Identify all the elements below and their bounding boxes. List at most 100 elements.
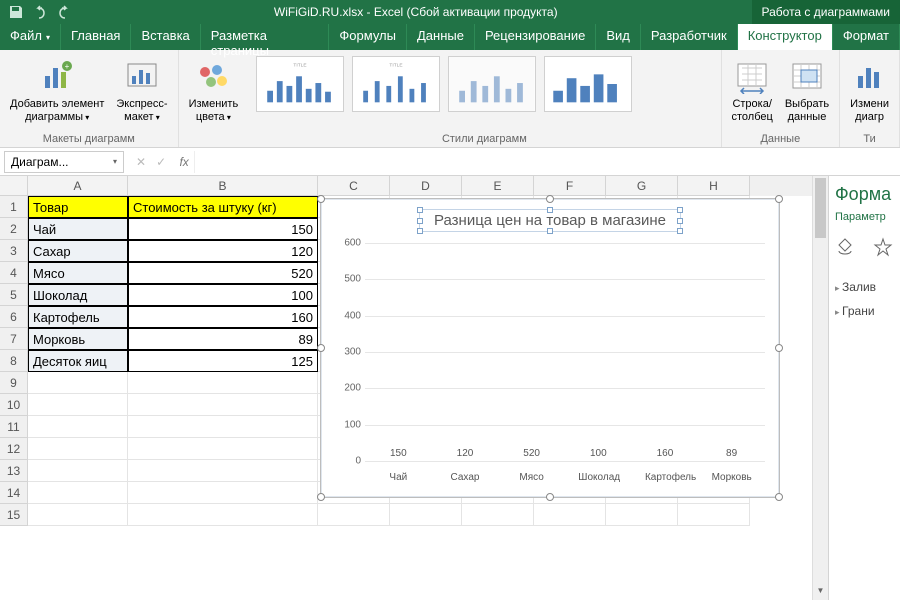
tab-data[interactable]: Данные (407, 24, 475, 50)
rowhdr-11[interactable]: 11 (0, 416, 28, 438)
cell[interactable]: Морковь (28, 328, 128, 350)
resize-handle[interactable] (546, 493, 554, 501)
rowhdr-1[interactable]: 1 (0, 196, 28, 218)
cell[interactable]: 100 (128, 284, 318, 306)
resize-handle[interactable] (317, 493, 325, 501)
cell[interactable]: Шоколад (28, 284, 128, 306)
chart-style-4[interactable] (544, 56, 632, 112)
cell[interactable] (128, 438, 318, 460)
cell[interactable] (390, 504, 462, 526)
cell[interactable] (534, 504, 606, 526)
change-colors-button[interactable]: Изменить цвета (185, 54, 243, 125)
rowhdr-5[interactable]: 5 (0, 284, 28, 306)
section-fill[interactable]: Залив (835, 280, 894, 294)
save-icon[interactable] (8, 4, 24, 20)
resize-handle[interactable] (775, 344, 783, 352)
rowhdr-7[interactable]: 7 (0, 328, 28, 350)
cell[interactable]: Стоимость за штуку (кг) (128, 196, 318, 218)
bar-Мясо[interactable]: 520 (512, 448, 552, 461)
rowhdr-12[interactable]: 12 (0, 438, 28, 460)
section-border[interactable]: Грани (835, 304, 894, 318)
tab-home[interactable]: Главная (61, 24, 131, 50)
cell[interactable] (128, 460, 318, 482)
chart-style-3[interactable] (448, 56, 536, 112)
switch-row-column-button[interactable]: Строка/ столбец (728, 54, 777, 125)
colhdr-b[interactable]: B (128, 176, 318, 196)
cell[interactable] (128, 504, 318, 526)
rowhdr-4[interactable]: 4 (0, 262, 28, 284)
effects-icon[interactable] (873, 237, 893, 260)
tab-review[interactable]: Рецензирование (475, 24, 596, 50)
cell[interactable]: Десяток яиц (28, 350, 128, 372)
cell[interactable] (28, 416, 128, 438)
colhdr-d[interactable]: D (390, 176, 462, 196)
cell[interactable]: 520 (128, 262, 318, 284)
tab-file[interactable]: Файл (0, 24, 61, 50)
rowhdr-8[interactable]: 8 (0, 350, 28, 372)
change-chart-type-button[interactable]: Измени диагр (846, 54, 893, 125)
bar-Морковь[interactable]: 89 (712, 448, 752, 461)
enter-icon[interactable]: ✓ (156, 155, 166, 169)
chart-styles-gallery[interactable]: TITLE TITLE (254, 54, 714, 114)
chart-style-2[interactable]: TITLE (352, 56, 440, 112)
cell[interactable] (28, 372, 128, 394)
cell[interactable] (28, 460, 128, 482)
select-data-button[interactable]: Выбрать данные (781, 54, 833, 125)
cell[interactable]: 160 (128, 306, 318, 328)
cell[interactable] (128, 394, 318, 416)
cell[interactable]: 125 (128, 350, 318, 372)
cell[interactable]: Сахар (28, 240, 128, 262)
rowhdr-14[interactable]: 14 (0, 482, 28, 504)
tab-pagelayout[interactable]: Разметка страницы (201, 24, 330, 50)
tab-format[interactable]: Формат (833, 24, 900, 50)
rowhdr-13[interactable]: 13 (0, 460, 28, 482)
cell[interactable]: Мясо (28, 262, 128, 284)
tab-formulas[interactable]: Формулы (329, 24, 407, 50)
cell[interactable] (128, 416, 318, 438)
worksheet[interactable]: A B C D E F G H 123456789101112131415 То… (0, 176, 828, 600)
rowhdr-2[interactable]: 2 (0, 218, 28, 240)
cell[interactable] (606, 504, 678, 526)
cell[interactable]: Чай (28, 218, 128, 240)
redo-icon[interactable] (56, 4, 72, 20)
colhdr-a[interactable]: A (28, 176, 128, 196)
bar-Сахар[interactable]: 120 (445, 448, 485, 461)
scroll-down-icon[interactable]: ▼ (813, 586, 828, 600)
colhdr-h[interactable]: H (678, 176, 750, 196)
rowhdr-6[interactable]: 6 (0, 306, 28, 328)
scroll-thumb[interactable] (815, 178, 826, 238)
rowhdr-3[interactable]: 3 (0, 240, 28, 262)
add-chart-element-button[interactable]: + Добавить элемент диаграммы (6, 54, 108, 125)
chart-plot-area[interactable]: 0100200300400500600 15012052010016089 (365, 243, 765, 461)
colhdr-c[interactable]: C (318, 176, 390, 196)
cell[interactable] (128, 372, 318, 394)
tab-insert[interactable]: Вставка (131, 24, 200, 50)
rowhdr-9[interactable]: 9 (0, 372, 28, 394)
rowhdr-10[interactable]: 10 (0, 394, 28, 416)
colhdr-f[interactable]: F (534, 176, 606, 196)
resize-handle[interactable] (775, 493, 783, 501)
cell[interactable] (28, 438, 128, 460)
vertical-scrollbar[interactable]: ▲ ▼ (812, 176, 828, 600)
cell[interactable] (28, 394, 128, 416)
cell[interactable]: Товар (28, 196, 128, 218)
cell[interactable] (318, 504, 390, 526)
resize-handle[interactable] (317, 344, 325, 352)
tab-design[interactable]: Конструктор (738, 24, 833, 50)
undo-icon[interactable] (32, 4, 48, 20)
bar-Чай[interactable]: 150 (378, 448, 418, 461)
cell[interactable]: 120 (128, 240, 318, 262)
name-box[interactable]: Диаграм... (4, 151, 124, 173)
bar-Шоколад[interactable]: 100 (578, 448, 618, 461)
colhdr-g[interactable]: G (606, 176, 678, 196)
tab-view[interactable]: Вид (596, 24, 641, 50)
cell[interactable] (28, 482, 128, 504)
formula-input[interactable] (194, 151, 900, 173)
cell[interactable] (678, 504, 750, 526)
cell[interactable] (128, 482, 318, 504)
bar-Картофель[interactable]: 160 (645, 448, 685, 461)
cell[interactable] (28, 504, 128, 526)
cell[interactable]: 150 (128, 218, 318, 240)
chart-object[interactable]: Разница цен на товар в магазине 01002003… (320, 198, 780, 498)
quick-layout-button[interactable]: Экспресс- макет (112, 54, 171, 125)
